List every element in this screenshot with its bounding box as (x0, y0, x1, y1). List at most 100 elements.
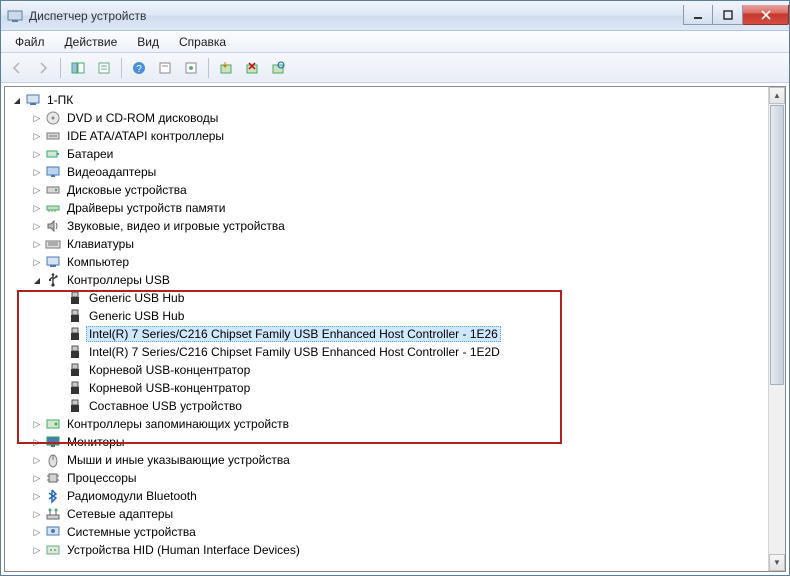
tree-item-label: Процессоры (64, 470, 140, 486)
device-manager-window: Диспетчер устройств Файл Действие Вид Сп… (0, 0, 790, 576)
tree-device[interactable]: Generic USB Hub (9, 289, 785, 307)
expand-icon[interactable]: ▷ (31, 202, 43, 214)
tree-device[interactable]: Intel(R) 7 Series/C216 Chipset Family US… (9, 343, 785, 361)
tree-category[interactable]: ▷ Контроллеры запоминающих устройств (9, 415, 785, 433)
toolbar: ? (1, 53, 789, 83)
disk-icon (45, 182, 61, 198)
tree-item-label: Сетевые адаптеры (64, 506, 176, 522)
tree-item-label: Составное USB устройство (86, 398, 245, 414)
expand-icon[interactable]: ▷ (31, 508, 43, 520)
toolbar-separator (208, 58, 209, 78)
scroll-thumb[interactable] (770, 105, 784, 385)
tree-device[interactable]: Составное USB устройство (9, 397, 785, 415)
collapse-icon[interactable]: ◢ (11, 94, 23, 106)
tree-item-label: Корневой USB-концентратор (86, 380, 253, 396)
tree-category[interactable]: ▷ IDE ATA/ATAPI контроллеры (9, 127, 785, 145)
scroll-down-button[interactable]: ▼ (769, 554, 785, 571)
tree-item-label: DVD и CD-ROM дисководы (64, 110, 221, 126)
tree-category[interactable]: ▷Батареи (9, 145, 785, 163)
menu-help[interactable]: Справка (169, 33, 236, 51)
tree-item-label: Intel(R) 7 Series/C216 Chipset Family US… (86, 326, 501, 342)
tree-category[interactable]: ◢Контроллеры USB (9, 271, 785, 289)
menu-file[interactable]: Файл (5, 33, 55, 51)
uninstall-button[interactable] (240, 56, 264, 80)
expand-icon[interactable]: ▷ (31, 130, 43, 142)
tree-category[interactable]: ▷Компьютер (9, 253, 785, 271)
tree-category[interactable]: ▷Звуковые, видео и игровые устройства (9, 217, 785, 235)
expand-icon[interactable]: ▷ (31, 544, 43, 556)
svg-text:?: ? (136, 64, 142, 75)
tree-root[interactable]: ◢1-ПК (9, 91, 785, 109)
display-icon (45, 164, 61, 180)
collapse-icon[interactable]: ◢ (31, 274, 43, 286)
expand-icon[interactable]: ▷ (31, 112, 43, 124)
usb-plug-icon (67, 398, 83, 414)
tree-item-label: Мониторы (64, 434, 127, 450)
tree-category[interactable]: ▷Клавиатуры (9, 235, 785, 253)
expand-icon[interactable]: ▷ (31, 472, 43, 484)
tree-category[interactable]: ▷ Дисковые устройства (9, 181, 785, 199)
expand-icon[interactable]: ▷ (31, 184, 43, 196)
maximize-button[interactable] (713, 5, 743, 25)
tree-category[interactable]: ▷ Мыши и иные указывающие устройства (9, 451, 785, 469)
tree-category[interactable]: ▷ Процессоры (9, 469, 785, 487)
tree-item-label: Корневой USB-концентратор (86, 362, 253, 378)
expand-icon[interactable]: ▷ (31, 148, 43, 160)
action-button-2[interactable] (179, 56, 203, 80)
expand-icon[interactable]: ▷ (31, 166, 43, 178)
usb-plug-icon (67, 308, 83, 324)
action-button-1[interactable] (153, 56, 177, 80)
tree-category[interactable]: ▷ Мониторы (9, 433, 785, 451)
tree-device[interactable]: Intel(R) 7 Series/C216 Chipset Family US… (9, 325, 785, 343)
storage-icon (45, 416, 61, 432)
mem-icon (45, 200, 61, 216)
expand-icon[interactable]: ▷ (31, 238, 43, 250)
tree-item-label: Generic USB Hub (86, 308, 187, 324)
expand-icon[interactable]: ▷ (31, 220, 43, 232)
bluetooth-icon (45, 488, 61, 504)
tree-category[interactable]: ▷ Сетевые адаптеры (9, 505, 785, 523)
tree-item-label: Generic USB Hub (86, 290, 187, 306)
tree-category[interactable]: ▷Видеоадаптеры (9, 163, 785, 181)
usb-plug-icon (67, 326, 83, 342)
tree-device[interactable]: Корневой USB-концентратор (9, 379, 785, 397)
hid-icon (45, 542, 61, 558)
tree-device[interactable]: Корневой USB-концентратор (9, 361, 785, 379)
help-button[interactable]: ? (127, 56, 151, 80)
menubar: Файл Действие Вид Справка (1, 31, 789, 53)
disc-icon (45, 110, 61, 126)
app-icon (7, 8, 23, 24)
usb-plug-icon (67, 344, 83, 360)
tree-category[interactable]: ▷Драйверы устройств памяти (9, 199, 785, 217)
nav-back-button[interactable] (5, 56, 29, 80)
expand-icon[interactable]: ▷ (31, 436, 43, 448)
tree-item-label: Контроллеры запоминающих устройств (64, 416, 292, 432)
scroll-up-button[interactable]: ▲ (769, 87, 785, 104)
close-button[interactable] (743, 5, 789, 25)
scan-hardware-button[interactable] (266, 56, 290, 80)
menu-view[interactable]: Вид (127, 33, 169, 51)
nav-forward-button[interactable] (31, 56, 55, 80)
expand-icon[interactable]: ▷ (31, 418, 43, 430)
tree-category[interactable]: ▷Системные устройства (9, 523, 785, 541)
minimize-button[interactable] (683, 5, 713, 25)
expand-icon[interactable]: ▷ (31, 526, 43, 538)
tree-item-label: Дисковые устройства (64, 182, 190, 198)
menu-action[interactable]: Действие (55, 33, 128, 51)
tree-category[interactable]: ▷Радиомодули Bluetooth (9, 487, 785, 505)
vertical-scrollbar[interactable]: ▲ ▼ (768, 87, 785, 571)
tree-category[interactable]: ▷ DVD и CD-ROM дисководы (9, 109, 785, 127)
tree-device[interactable]: Generic USB Hub (9, 307, 785, 325)
usb-icon (45, 272, 61, 288)
tree-category[interactable]: ▷Устройства HID (Human Interface Devices… (9, 541, 785, 559)
titlebar: Диспетчер устройств (1, 1, 789, 31)
expand-icon[interactable]: ▷ (31, 256, 43, 268)
show-hide-tree-button[interactable] (66, 56, 90, 80)
tree-item-label: Мыши и иные указывающие устройства (64, 452, 293, 468)
properties-button[interactable] (92, 56, 116, 80)
expand-icon[interactable]: ▷ (31, 490, 43, 502)
tree-item-label: IDE ATA/ATAPI контроллеры (64, 128, 227, 144)
update-driver-button[interactable] (214, 56, 238, 80)
expand-icon[interactable]: ▷ (31, 454, 43, 466)
device-tree[interactable]: ◢1-ПК ▷ DVD и CD-ROM дисководы ▷ IDE ATA/ATA… (5, 87, 785, 571)
